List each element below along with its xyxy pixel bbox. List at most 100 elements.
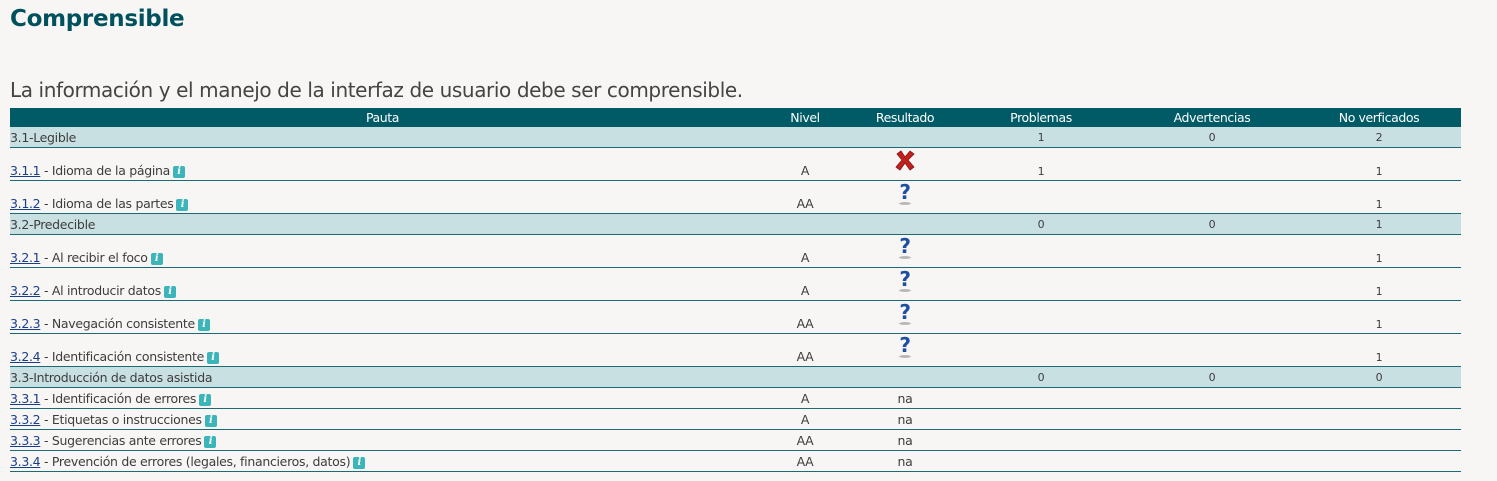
no-verificados-count — [1297, 408, 1461, 430]
results-table: Pauta Nivel Resultado Problemas Adverten… — [10, 108, 1461, 472]
criterion-link[interactable]: 3.3.1 — [10, 391, 41, 406]
problemas-count — [955, 387, 1127, 409]
problemas-count: 1 — [955, 127, 1127, 148]
table-row: 3.2.3 - Navegación consistente i AA? 1 — [10, 300, 1461, 334]
criterion-link[interactable]: 3.1.1 — [10, 163, 41, 178]
question-mark-icon: ? — [894, 180, 916, 206]
table-row: 3.1.2 - Idioma de las partes i AA? 1 — [10, 180, 1461, 214]
header-problemas: Problemas — [955, 108, 1127, 127]
problemas-count — [955, 234, 1127, 268]
resultado-cell: na — [855, 450, 955, 472]
info-icon[interactable]: i — [163, 286, 176, 298]
info-icon[interactable]: i — [199, 393, 212, 406]
nivel-cell: AA — [755, 180, 855, 214]
criterion-name: - Etiquetas o instrucciones — [40, 411, 202, 427]
header-pauta: Pauta — [10, 108, 755, 127]
table-body: 3.1-Legible 1 0 2 3.1.1 - Idioma de la págin… — [10, 127, 1461, 472]
advertencias-count — [1127, 429, 1297, 451]
no-verificados-count: 2 — [1297, 127, 1461, 148]
pauta-cell: 3.1.2 - Idioma de las partes i — [10, 180, 755, 214]
no-verificados-count: 1 — [1297, 333, 1461, 367]
no-verificados-count: 0 — [1297, 366, 1461, 388]
advertencias-count — [1127, 333, 1297, 367]
header-advertencias: Advertencias — [1127, 108, 1297, 127]
pauta-cell: 3.2.1 - Al recibir el foco i — [10, 234, 755, 268]
group-row: 3.3-Introducción de datos asistida 0 0 0 — [10, 366, 1461, 388]
criterion-link[interactable]: 3.2.2 — [10, 283, 41, 298]
problemas-count — [955, 429, 1127, 451]
pauta-cell: 3.3.3 - Sugerencias ante errores i — [10, 429, 755, 451]
criterion-link[interactable]: 3.2.1 — [10, 250, 41, 265]
info-icon[interactable]: i — [197, 319, 210, 331]
table-header-row: Pauta Nivel Resultado Problemas Adverten… — [10, 108, 1461, 127]
nivel-cell: AA — [755, 333, 855, 367]
group-row: 3.1-Legible 1 0 2 — [10, 127, 1461, 148]
info-icon[interactable]: i — [353, 456, 366, 469]
advertencias-count — [1127, 450, 1297, 472]
no-verificados-count — [1297, 450, 1461, 472]
criterion-name: - Idioma de las partes — [40, 196, 174, 211]
header-no-verificados: No verficados — [1297, 108, 1461, 127]
group-label: 3.1-Legible — [10, 127, 755, 148]
criterion-link[interactable]: 3.3.3 — [10, 433, 41, 448]
criterion-link[interactable]: 3.3.4 — [10, 454, 41, 469]
criterion-link[interactable]: 3.3.2 — [10, 412, 41, 427]
page-title: Comprensible — [10, 6, 185, 32]
problemas-count — [955, 267, 1127, 301]
svg-text:?: ? — [899, 302, 910, 324]
problemas-count: 1 — [955, 147, 1127, 181]
pauta-cell: 3.3.2 - Etiquetas o instrucciones i — [10, 408, 755, 430]
table-row: 3.3.3 - Sugerencias ante errores i AA na — [10, 429, 1461, 451]
info-icon[interactable]: i — [204, 414, 217, 427]
nivel-cell: AA — [755, 300, 855, 334]
criterion-link[interactable]: 3.1.2 — [10, 196, 41, 211]
svg-text:?: ? — [899, 335, 910, 357]
group-label: 3.2-Predecible — [10, 213, 755, 235]
resultado-cell: ? — [855, 234, 955, 268]
nivel-cell: A — [755, 147, 855, 181]
info-icon[interactable]: i — [204, 435, 217, 448]
no-verificados-count: 1 — [1297, 267, 1461, 301]
resultado-cell — [855, 147, 955, 181]
advertencias-count — [1127, 234, 1297, 268]
nivel-cell — [755, 127, 855, 148]
advertencias-count — [1127, 300, 1297, 334]
resultado-cell: na — [855, 408, 955, 430]
advertencias-count: 0 — [1127, 127, 1297, 148]
no-verificados-count: 1 — [1297, 234, 1461, 268]
resultado-cell — [855, 366, 955, 388]
info-icon[interactable]: i — [150, 253, 163, 265]
info-icon[interactable]: i — [207, 352, 220, 364]
advertencias-count — [1127, 408, 1297, 430]
info-icon[interactable]: i — [173, 166, 186, 178]
table-row: 3.2.4 - Identificación consistente i AA? 1 — [10, 333, 1461, 367]
criterion-name: - Sugerencias ante errores — [40, 432, 202, 448]
nivel-cell: A — [755, 267, 855, 301]
question-mark-icon: ? — [894, 234, 916, 260]
table-row: 3.3.2 - Etiquetas o instrucciones i Ana — [10, 408, 1461, 430]
resultado-text: na — [897, 432, 913, 448]
criterion-link[interactable]: 3.2.3 — [10, 316, 41, 331]
nivel-cell: A — [755, 234, 855, 268]
criterion-name: - Identificación de errores — [40, 390, 197, 406]
advertencias-count: 0 — [1127, 366, 1297, 388]
resultado-cell: ? — [855, 333, 955, 367]
resultado-cell: ? — [855, 267, 955, 301]
criterion-name: - Idioma de la página — [40, 163, 171, 178]
header-resultado: Resultado — [855, 108, 955, 127]
no-verificados-count: 1 — [1297, 147, 1461, 181]
advertencias-count: 0 — [1127, 213, 1297, 235]
problemas-count: 0 — [955, 366, 1127, 388]
page-subtitle: La información y el manejo de la interfa… — [10, 78, 743, 102]
question-mark-icon: ? — [894, 300, 916, 326]
svg-text:?: ? — [899, 236, 910, 258]
info-icon[interactable]: i — [176, 199, 189, 211]
red-x-icon — [894, 149, 916, 173]
resultado-cell: ? — [855, 180, 955, 214]
group-row: 3.2-Predecible 0 0 1 — [10, 213, 1461, 235]
table-row: 3.2.1 - Al recibir el foco i A? 1 — [10, 234, 1461, 268]
resultado-cell — [855, 213, 955, 235]
resultado-text: na — [897, 453, 913, 469]
pauta-cell: 3.2.3 - Navegación consistente i — [10, 300, 755, 334]
criterion-link[interactable]: 3.2.4 — [10, 349, 41, 364]
